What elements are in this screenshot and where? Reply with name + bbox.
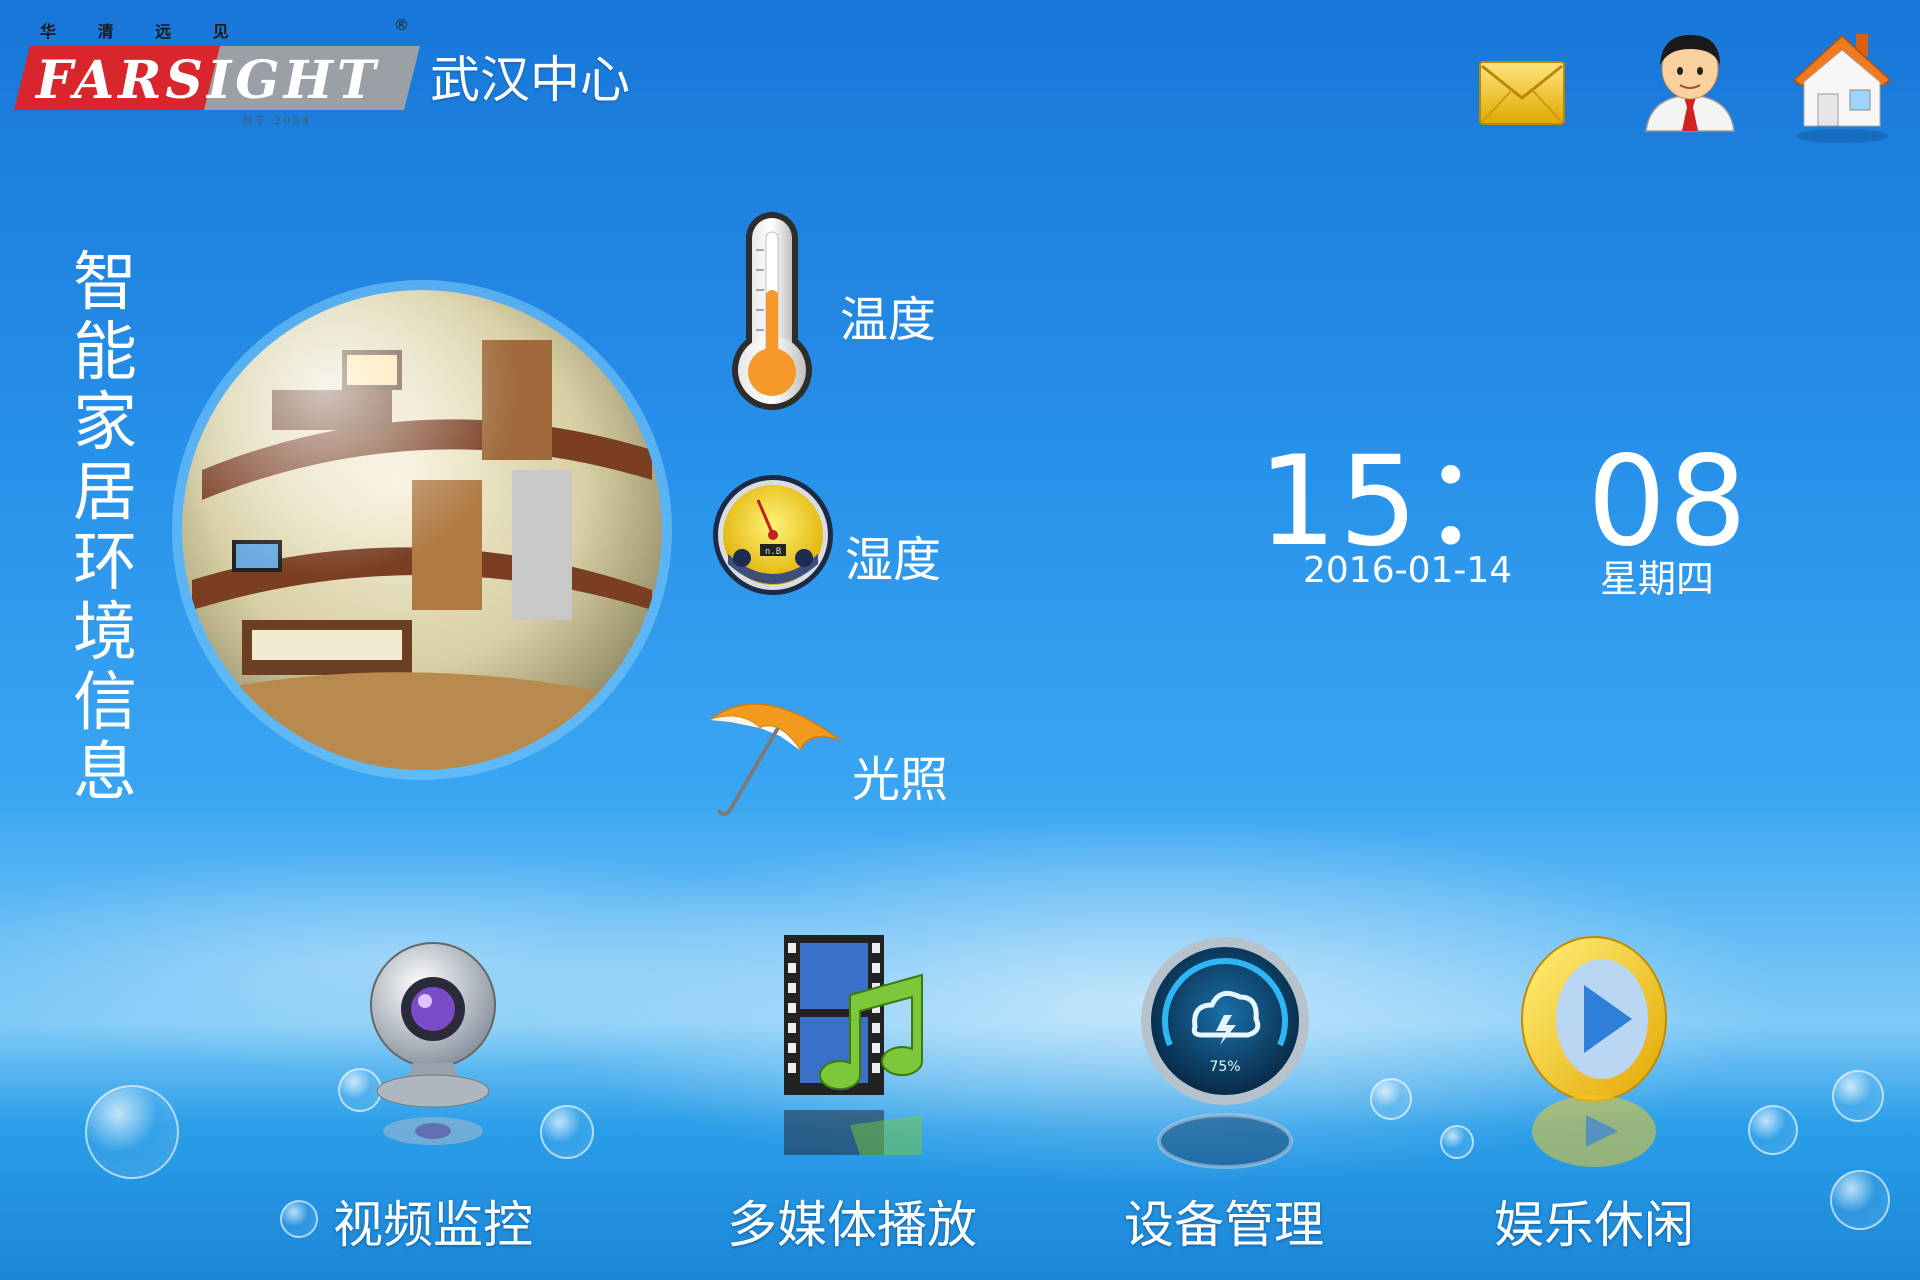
- house-sphere-image[interactable]: [182, 290, 662, 770]
- farsight-logo: 华 清 远 见 ® FARSIGHT 创于 2004: [14, 16, 420, 127]
- webcam-icon: [370, 942, 496, 1145]
- menu-entertainment[interactable]: 娱乐休闲: [1454, 935, 1734, 1265]
- registered-mark: ®: [394, 16, 409, 34]
- user-icon[interactable]: [1640, 25, 1740, 133]
- side-title: 智能家居环境信息: [73, 246, 137, 810]
- menu-multimedia[interactable]: 多媒体播放: [712, 935, 992, 1265]
- mail-icon[interactable]: [1478, 60, 1566, 126]
- menu-video-monitor[interactable]: 视频监控: [293, 935, 573, 1265]
- cloud-gauge-icon: 75%: [1141, 937, 1309, 1169]
- humidity-gauge-icon[interactable]: n.B: [708, 472, 838, 598]
- menu-label: 设备管理: [1124, 1196, 1324, 1254]
- humidity-label[interactable]: 湿度: [845, 520, 941, 590]
- film-music-icon: [784, 935, 924, 1155]
- home-icon[interactable]: [1790, 28, 1894, 148]
- humidity-gauge-readout: n.B: [765, 547, 781, 557]
- logo-brand-block: FARSIGHT: [14, 46, 420, 111]
- clock-weekday: 星期四: [1600, 557, 1715, 601]
- bubble: [1832, 1070, 1884, 1122]
- logo-top-text: 华 清 远 见: [40, 22, 247, 41]
- umbrella-icon[interactable]: [700, 690, 850, 820]
- menu-label: 多媒体播放: [727, 1196, 977, 1254]
- bubble: [1830, 1170, 1890, 1230]
- center-name: 武汉中心: [430, 51, 630, 109]
- bubble: [1748, 1105, 1798, 1155]
- logo-sub-text: 创于 2004: [242, 116, 312, 127]
- menu-device-management[interactable]: 75% 设备管理: [1084, 935, 1364, 1265]
- clock-date: 2016-01-14: [1303, 550, 1513, 591]
- device-gauge-readout: 75%: [1209, 1059, 1240, 1075]
- temperature-label[interactable]: 温度: [840, 280, 936, 350]
- bubble: [85, 1085, 179, 1179]
- play-ring-icon: [1521, 936, 1667, 1167]
- menu-label: 娱乐休闲: [1494, 1196, 1694, 1254]
- light-label[interactable]: 光照: [852, 740, 948, 810]
- logo-brand-text: FARSIGHT: [36, 50, 380, 111]
- bubble: [1370, 1078, 1412, 1120]
- menu-label: 视频监控: [333, 1196, 533, 1254]
- thermometer-icon[interactable]: [730, 210, 814, 415]
